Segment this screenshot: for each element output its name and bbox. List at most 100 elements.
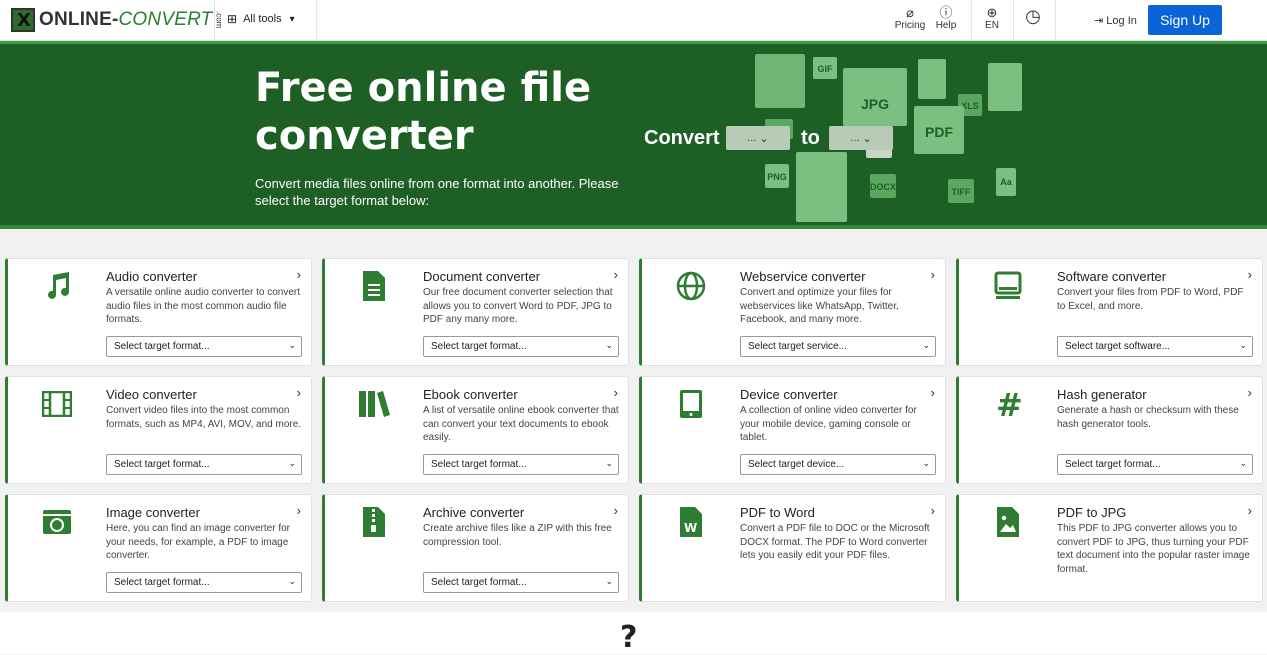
pricing-link[interactable]: ⌀ Pricing [893,5,927,32]
converter-card[interactable]: Video converter › Convert video files into… [5,376,312,484]
converter-card[interactable]: # Hash generator › Generate a hash or check… [956,376,1263,484]
card-title[interactable]: Software converter [1057,269,1166,284]
converter-card[interactable]: Document converter › Our free document con… [322,258,629,366]
word-file-icon: W [674,505,708,539]
top-header: ONLINE-CONVERT .com ⊞ All tools ▾ ⌀ Pric… [0,0,1267,41]
card-title[interactable]: PDF to JPG [1057,505,1126,520]
help-icon: ⓘ [939,5,953,20]
converter-card[interactable]: PDF to JPG › This PDF to JPG converter all… [956,494,1263,602]
archive-icon [357,505,391,539]
film-icon [40,387,74,421]
card-title[interactable]: PDF to Word [740,505,815,520]
card-title[interactable]: Video converter [106,387,197,402]
source-format-select[interactable]: ... ⌄ [726,126,790,150]
target-format-dropdown[interactable]: Select target format... ⌄ [106,454,302,475]
converter-card[interactable]: Archive converter › Create archive files l… [322,494,629,602]
faq-section: ? [0,612,1267,655]
target-format-dropdown[interactable]: Select target format... ⌄ [106,336,302,357]
convert-label: Convert [644,127,720,149]
chevron-down-icon: ⌄ [1239,340,1247,350]
card-title[interactable]: Webservice converter [740,269,865,284]
chevron-right-icon[interactable]: › [931,503,935,518]
target-format-dropdown[interactable]: Select target service... ⌄ [740,336,936,357]
card-title[interactable]: Image converter [106,505,200,520]
login-icon: ⇥ [1094,15,1104,27]
hash-icon: # [991,387,1025,421]
card-description: Convert your files from PDF to Word, PDF… [1057,287,1244,312]
docx-file-icon: DOCX [870,174,896,198]
to-label: to [801,127,820,149]
target-format-dropdown[interactable]: Select target format... ⌄ [423,572,619,593]
chevron-right-icon[interactable]: › [1248,385,1252,400]
card-title[interactable]: Document converter [423,269,540,284]
card-description: Generate a hash or checksum with these h… [1057,405,1239,430]
chevron-right-icon[interactable]: › [614,503,618,518]
target-format-select[interactable]: ... ⌄ [829,126,893,150]
history-button[interactable]: ◷ [1022,7,1044,25]
card-description: A versatile online audio converter to co… [106,287,300,326]
card-description: This PDF to JPG converter allows you to … [1057,523,1250,575]
chevron-right-icon[interactable]: › [297,267,301,282]
target-format-dropdown[interactable]: Select target software... ⌄ [1057,336,1253,357]
globe-icon: ⊕ [986,5,998,20]
logo-accent: CONVERT [118,9,213,30]
converter-card[interactable]: Device converter › A collection of online … [639,376,946,484]
converter-card[interactable]: Ebook converter › A list of versatile onli… [322,376,629,484]
card-title[interactable]: Archive converter [423,505,524,520]
chevron-down-icon: ▾ [289,13,295,25]
chevron-right-icon[interactable]: › [614,267,618,282]
converter-card[interactable]: Webservice converter › Convert and optimiz… [639,258,946,366]
chevron-down-icon: ⌄ [288,576,296,586]
target-format-dropdown[interactable]: Select target format... ⌄ [423,336,619,357]
card-description: Our free document converter selection th… [423,287,613,326]
chevron-down-icon: ⌄ [862,132,872,145]
chevron-right-icon[interactable]: › [1248,267,1252,282]
converter-card[interactable]: Image converter › Here, you can find an im… [5,494,312,602]
converter-card[interactable]: W PDF to Word › Convert a PDF file to DOC o… [639,494,946,602]
all-tools-menu[interactable]: ⊞ All tools ▾ [227,12,295,26]
target-format-dropdown[interactable]: Select target format... ⌄ [106,572,302,593]
chevron-down-icon: ⌄ [759,132,769,145]
chevron-right-icon[interactable]: › [614,385,618,400]
card-title[interactable]: Device converter [740,387,838,402]
png-file-icon: PNG [765,164,789,188]
logo-icon [11,8,35,32]
signup-button[interactable]: Sign Up [1148,5,1222,35]
chevron-down-icon: ⌄ [288,340,296,350]
document-icon [357,269,391,303]
login-link[interactable]: ⇥ Log In [1094,14,1137,27]
chevron-down-icon: ⌄ [922,458,930,468]
card-description: Convert a PDF file to DOC or the Microso… [740,523,930,562]
target-format-dropdown[interactable]: Select target format... ⌄ [1057,454,1253,475]
all-tools-label: All tools [243,13,282,25]
chevron-right-icon[interactable]: › [931,267,935,282]
chevron-down-icon: ⌄ [605,576,613,586]
logo-text: ONLINE- [39,9,119,30]
chevron-right-icon[interactable]: › [297,503,301,518]
grid-icon: ⊞ [227,12,238,26]
converter-card[interactable]: Audio converter › A versatile online audio… [5,258,312,366]
card-title[interactable]: Hash generator [1057,387,1147,402]
tag-icon: ⌀ [906,5,914,20]
logo-com: .com [214,11,224,29]
language-selector[interactable]: ⊕ EN [982,5,1002,32]
card-description: A collection of online video converter f… [740,405,917,444]
target-format-dropdown[interactable]: Select target format... ⌄ [423,454,619,475]
site-logo[interactable]: ONLINE-CONVERT .com [11,8,223,32]
chevron-right-icon[interactable]: › [931,385,935,400]
hero-banner: Free online file converter Convert media… [0,41,1267,229]
hero-bottom-border [0,225,1267,229]
target-format-dropdown[interactable]: Select target device... ⌄ [740,454,936,475]
converter-card[interactable]: Software converter › Convert your files fr… [956,258,1263,366]
card-description: Convert and optimize your files for webs… [740,287,899,326]
language-label: EN [985,20,999,31]
chevron-right-icon[interactable]: › [1248,503,1252,518]
card-title[interactable]: Ebook converter [423,387,518,402]
chevron-right-icon[interactable]: › [297,385,301,400]
header-divider [971,0,972,41]
card-title[interactable]: Audio converter [106,269,197,284]
globe-icon [674,269,708,303]
header-divider [214,0,215,41]
help-link[interactable]: ⓘ Help [934,5,958,32]
card-description: Convert video files into the most common… [106,405,302,430]
